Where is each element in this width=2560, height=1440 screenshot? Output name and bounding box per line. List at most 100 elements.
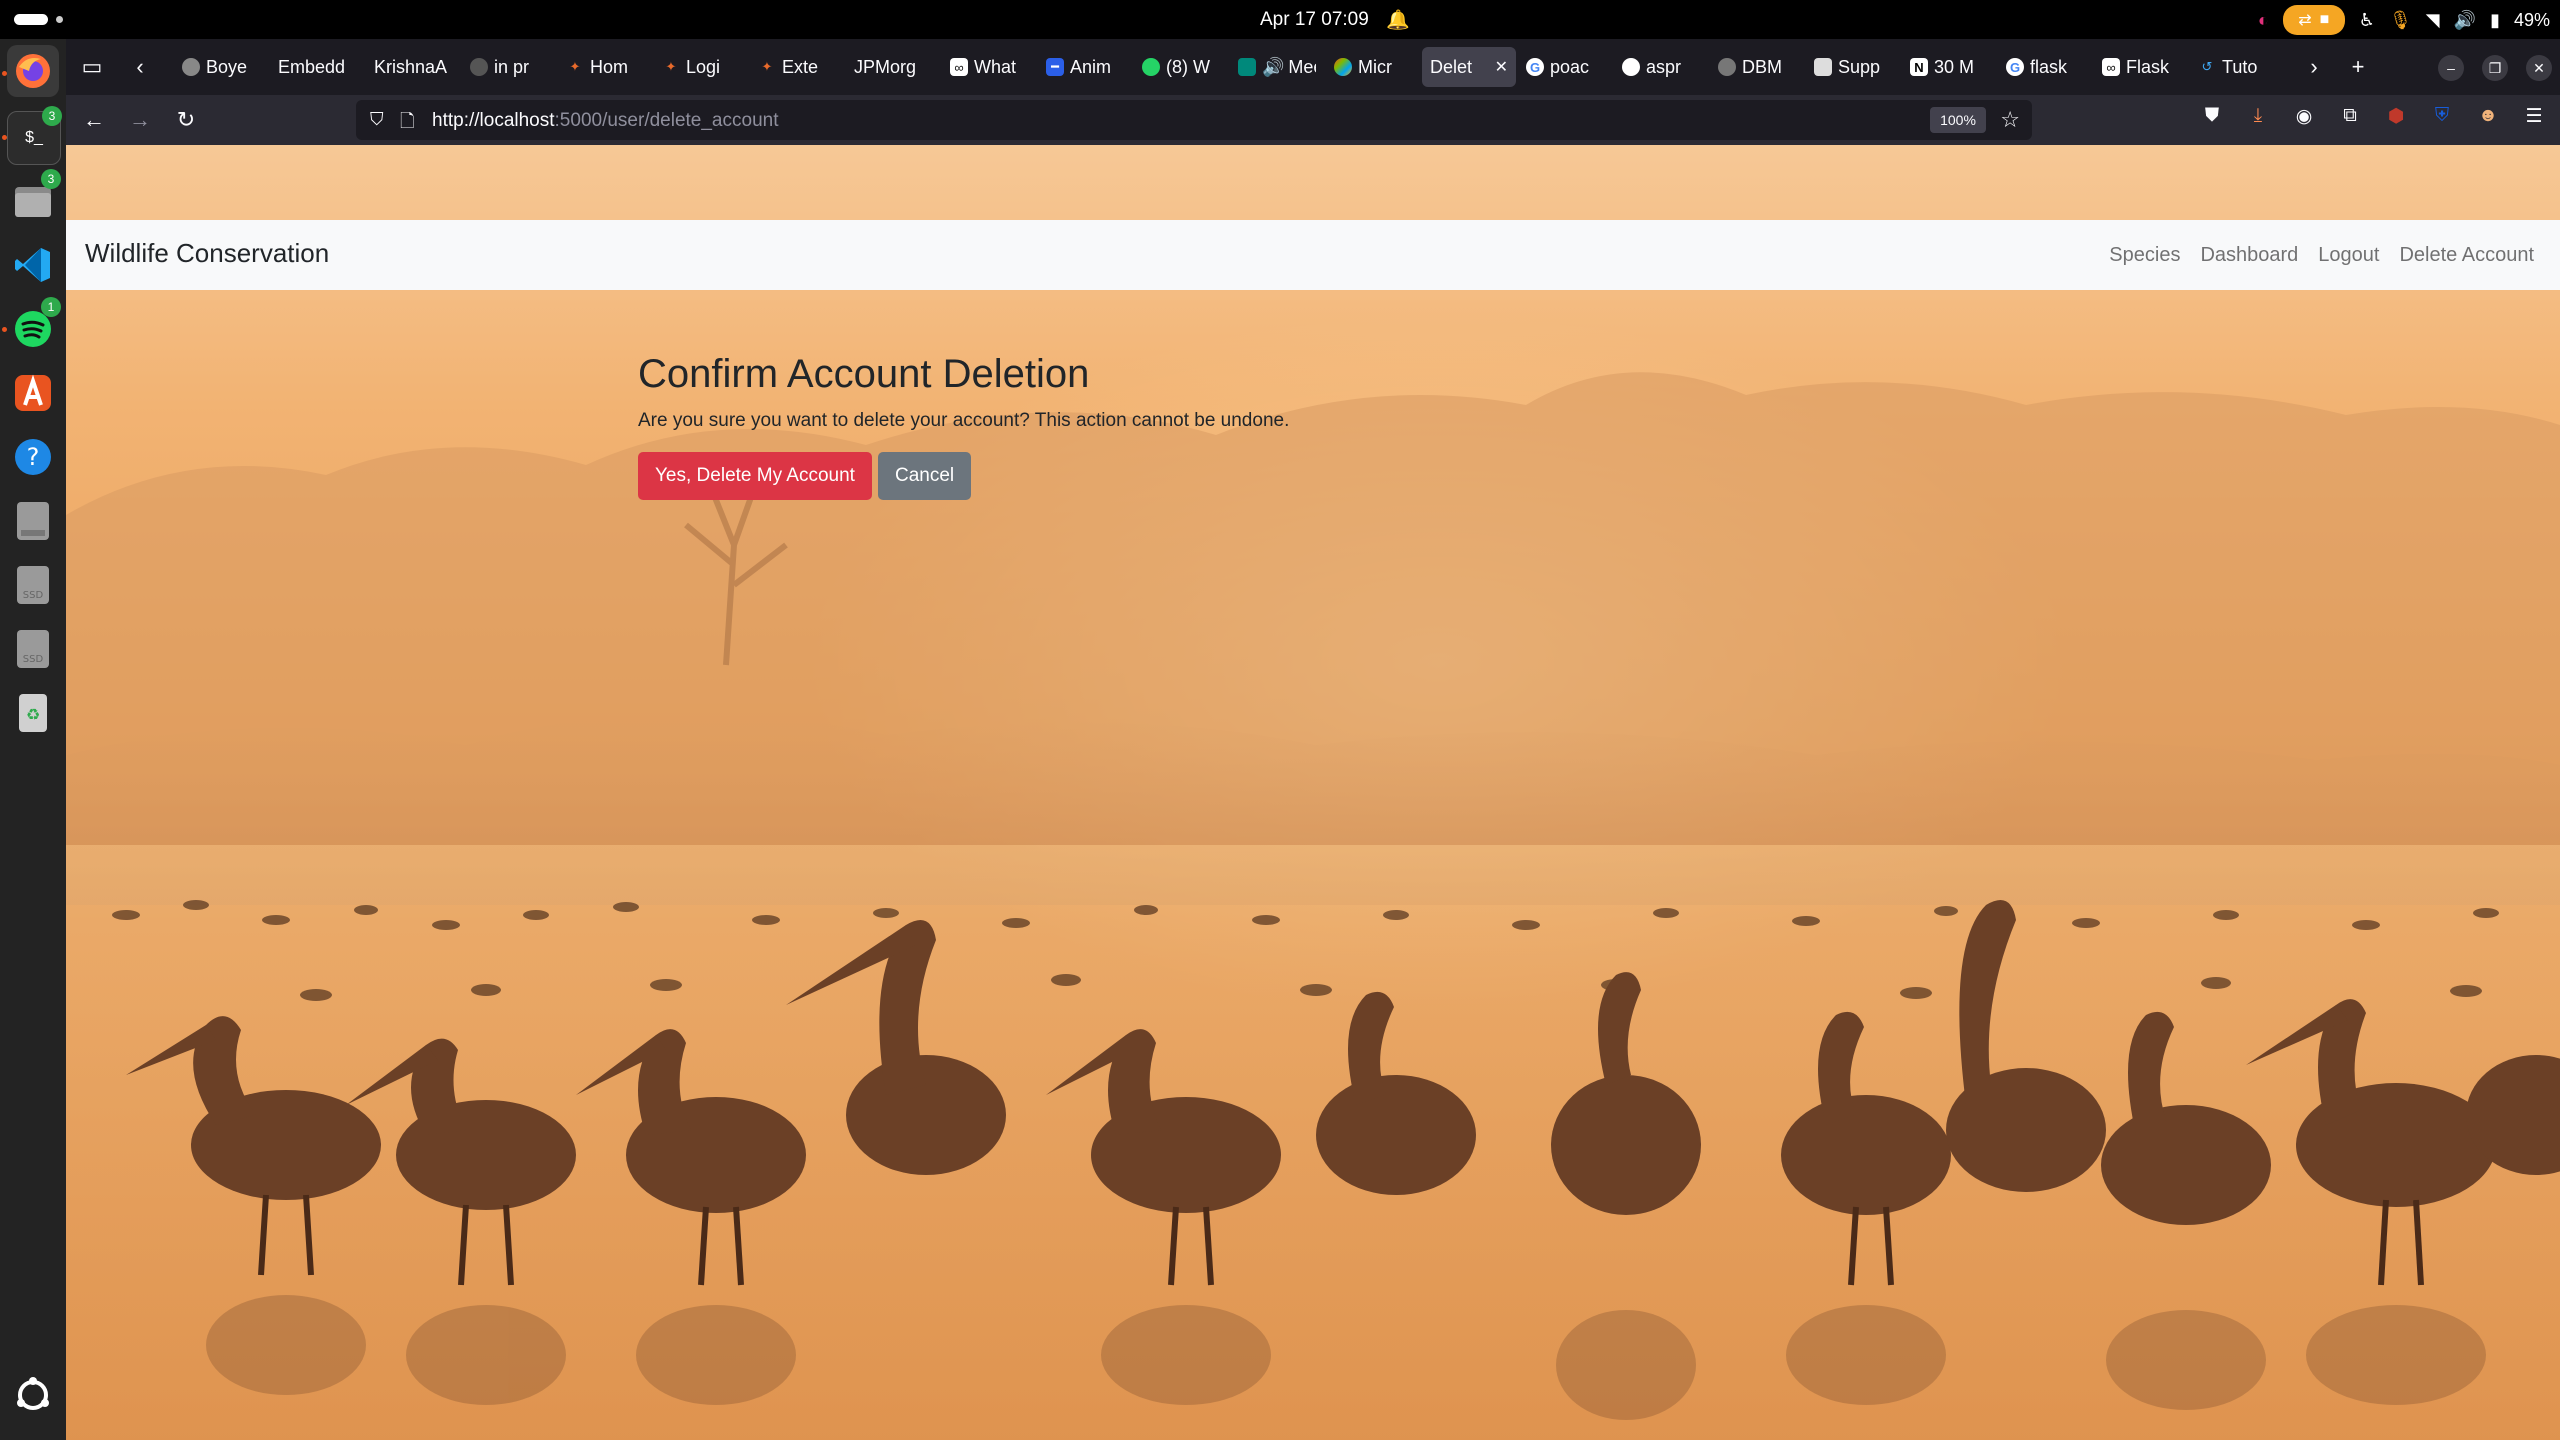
ublock-icon[interactable]: ⬢	[2384, 104, 2408, 128]
browser-tab[interactable]: ✦ Logi	[654, 47, 748, 87]
show-apps-icon[interactable]	[7, 1369, 59, 1421]
tab-title: What	[974, 56, 1017, 77]
color-picker-icon[interactable]: ◐	[2258, 10, 2269, 31]
browser-tab[interactable]: ✦ Exte	[750, 47, 844, 87]
activities-indicator[interactable]	[14, 14, 63, 25]
back-icon[interactable]: ←	[78, 104, 110, 136]
browser-tab[interactable]: Boye	[174, 47, 268, 87]
tab-title: Boye	[206, 56, 248, 77]
url-host: http://localhost	[432, 110, 555, 131]
browser-tab[interactable]: in pr	[462, 47, 556, 87]
tab-favicon: ━	[1046, 58, 1064, 76]
tab-favicon: ↺	[2201, 59, 2213, 74]
browser-tab[interactable]: ✦ Hom	[558, 47, 652, 87]
browser-tab[interactable]: ∞ What	[942, 47, 1036, 87]
trash-icon[interactable]: ♻	[7, 687, 59, 739]
browser-tab[interactable]: ━ Anim	[1038, 47, 1132, 87]
menu-icon[interactable]: ☰	[2522, 104, 2546, 128]
reload-icon[interactable]: ↻	[170, 104, 202, 136]
restore-icon[interactable]: ❐	[2482, 55, 2508, 81]
nav-link-delete-account[interactable]: Delete Account	[2389, 244, 2544, 267]
microphone-icon[interactable]: 🎙	[2389, 10, 2412, 31]
browser-tab-active[interactable]: Delet ✕	[1422, 47, 1516, 87]
browser-tab[interactable]: DBM	[1710, 47, 1804, 87]
page-title: Confirm Account Deletion	[638, 352, 1090, 396]
wifi-icon[interactable]: ◥	[2426, 10, 2440, 31]
browser-tab[interactable]: Supp	[1806, 47, 1900, 87]
bitwarden-icon[interactable]: ⛨	[2430, 104, 2454, 128]
system-tray[interactable]: ◐ ⇄ ■ ♿ 🎙 ◥ 🔊 ▮ 49%	[2258, 5, 2550, 35]
tab-scroll-left-icon[interactable]: ‹	[124, 51, 156, 83]
browser-tab[interactable]: Micr	[1326, 47, 1420, 87]
battery-percentage: 49%	[2513, 9, 2550, 30]
site-navbar: Wildlife Conservation Species Dashboard …	[66, 220, 2560, 290]
svg-text:SSD: SSD	[23, 654, 44, 665]
new-tab-icon[interactable]: +	[2342, 51, 2374, 83]
browser-tab[interactable]: Embedd	[270, 47, 364, 87]
disk-icon[interactable]: SSD	[7, 623, 59, 675]
help-icon[interactable]: ?	[7, 431, 59, 483]
close-window-icon[interactable]: ✕	[2526, 55, 2552, 81]
downloads-icon[interactable]: ⤓	[2246, 104, 2270, 128]
tab-title: Embedd	[278, 56, 346, 77]
bookmark-star-icon[interactable]: ☆	[2000, 107, 2020, 133]
tab-favicon: ∞	[2102, 58, 2120, 76]
extensions-icon[interactable]: ⧉	[2338, 104, 2362, 128]
tab-title: poac	[1550, 56, 1590, 77]
browser-tab[interactable]: ∞ Flask	[2094, 47, 2188, 87]
terminal-icon[interactable]: $_ 3	[7, 106, 62, 165]
spotify-icon[interactable]: 1	[7, 297, 61, 355]
running-indicator	[2, 327, 7, 332]
browser-tab[interactable]: N 30 M	[1902, 47, 1996, 87]
cancel-button[interactable]: Cancel	[877, 452, 972, 500]
minimize-icon[interactable]: –	[2438, 55, 2464, 81]
browser-tab[interactable]: Gflask	[1998, 47, 2092, 87]
profile-avatar-icon[interactable]: ☻	[2476, 104, 2500, 128]
appstore-icon[interactable]	[7, 367, 59, 419]
tab-favicon: ✦	[665, 59, 677, 74]
browser-tab[interactable]: KrishnaA	[366, 47, 460, 87]
button-row: Yes, Delete My Account Cancel	[638, 452, 1289, 500]
browser-tab[interactable]: Gpoac	[1518, 47, 1612, 87]
tab-scroll-right-icon[interactable]: ›	[2298, 51, 2330, 83]
browser-tab[interactable]: ↺ Tuto	[2190, 47, 2284, 87]
browser-tab[interactable]: aspr	[1614, 47, 1708, 87]
accessibility-icon[interactable]: ♿	[2359, 10, 2375, 31]
close-tab-icon[interactable]: ✕	[1495, 57, 1508, 77]
tab-overview-icon[interactable]: ▭	[76, 51, 108, 83]
tab-title: Tuto	[2222, 56, 2258, 77]
tab-title: aspr	[1646, 56, 1682, 77]
tab-favicon	[1814, 58, 1832, 76]
account-icon[interactable]: ◉	[2292, 104, 2316, 128]
nav-link-dashboard[interactable]: Dashboard	[2190, 244, 2308, 267]
zoom-indicator[interactable]: 100%	[1930, 107, 1986, 133]
tab-favicon	[470, 58, 488, 76]
audio-playing-icon[interactable]: 🔊	[1262, 57, 1284, 78]
firefox-icon[interactable]	[7, 45, 59, 97]
system-clock[interactable]: Apr 17 07:09	[1260, 9, 1369, 31]
browser-tab[interactable]: (8) W	[1134, 47, 1228, 87]
screen-share-indicator[interactable]: ⇄ ■	[2282, 5, 2345, 35]
nav-link-logout[interactable]: Logout	[2308, 244, 2389, 267]
page-info-icon[interactable]: 🗋	[400, 109, 414, 139]
tab-title: 30 M	[1934, 56, 1975, 77]
disk-icon[interactable]: SSD	[7, 559, 59, 611]
browser-tab[interactable]: 🔊Meet	[1230, 47, 1324, 87]
nav-link-species[interactable]: Species	[2099, 244, 2190, 267]
forward-icon[interactable]: →	[124, 104, 156, 136]
browser-tab[interactable]: JPMorg	[846, 47, 940, 87]
folder-icon[interactable]: 3	[7, 169, 61, 227]
tracking-shield-icon[interactable]: ⛉	[370, 109, 384, 130]
battery-icon[interactable]: ▮	[2490, 10, 2500, 31]
bell-icon[interactable]: 🔔	[1386, 8, 1410, 32]
tab-title: Flask	[2126, 56, 2170, 77]
volume-icon[interactable]: 🔊	[2454, 10, 2476, 31]
url-bar[interactable]: ⛉ 🗋 http://localhost:5000/user/delete_ac…	[356, 100, 2032, 140]
url-text[interactable]: http://localhost:5000/user/delete_accoun…	[432, 110, 778, 132]
pocket-icon[interactable]: ⛊	[2200, 104, 2224, 128]
disk-icon[interactable]	[7, 495, 59, 547]
site-brand[interactable]: Wildlife Conservation	[85, 238, 329, 269]
confirm-delete-button[interactable]: Yes, Delete My Account	[638, 452, 872, 500]
tab-favicon: ✦	[569, 59, 581, 74]
vscode-icon[interactable]	[7, 239, 59, 291]
